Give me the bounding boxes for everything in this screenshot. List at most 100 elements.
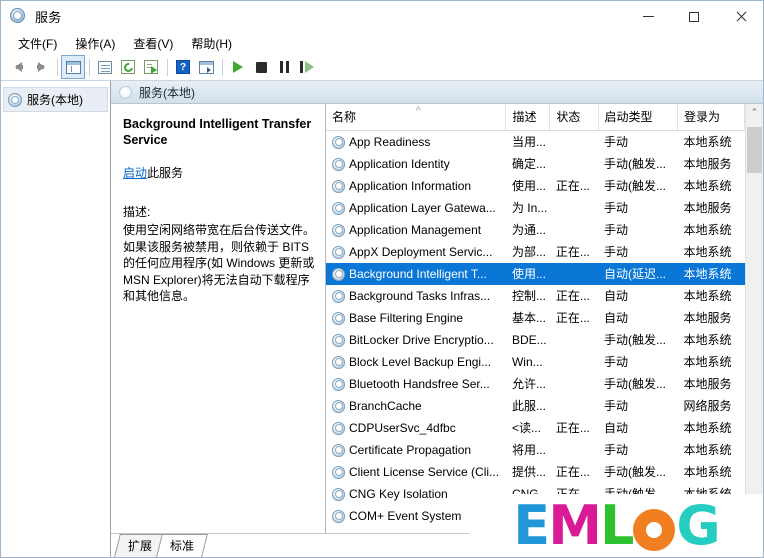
watermark-letter-o (633, 508, 676, 551)
col-description[interactable]: 描述 (505, 104, 551, 131)
cell-description: 为部... (511, 245, 546, 259)
cell-logon-as: 本地系统 (683, 355, 732, 369)
play-icon[interactable] (227, 56, 249, 78)
maximize-button[interactable] (671, 1, 717, 32)
cell-name: Client License Service (Cli... (326, 461, 506, 483)
service-gear-icon (332, 223, 345, 237)
cell-logon-as: 网络服务 (683, 399, 732, 413)
service-gear-icon (332, 245, 345, 259)
sidebar-item-services-local[interactable]: 服务(本地) (3, 87, 108, 112)
service-gear-icon (332, 443, 345, 457)
description-label: 描述: (123, 205, 151, 219)
cell-description: 控制... (511, 289, 546, 303)
restart-icon[interactable] (296, 56, 318, 78)
menu-file[interactable]: 文件(F) (9, 33, 66, 54)
table-row[interactable]: Application Layer Gatewa... 为 In... 手动 本地服务 (326, 197, 745, 219)
table-row[interactable]: BranchCache 此服... 手动 网络服务 (326, 395, 745, 417)
cell-description: Win... (511, 355, 543, 369)
pane-header-title: 服务(本地) (139, 85, 195, 100)
table-header-row: 名称 描述 状态 启动类型 登录为 (326, 104, 745, 131)
cell-description: 基本... (511, 311, 546, 325)
cell-name: Application Management (326, 219, 506, 241)
col-startup-type[interactable]: 启动类型 (598, 104, 679, 131)
table-row[interactable]: Block Level Backup Engi... Win... 手动 本地系统 (326, 351, 745, 373)
cell-startup-type: 手动 (604, 223, 629, 237)
cell-description: 此服... (511, 399, 546, 413)
detail-view-icon[interactable] (195, 56, 217, 78)
pause-icon[interactable] (273, 56, 295, 78)
services-gear-icon (119, 85, 132, 99)
table-row[interactable]: CDPUserSvc_4dfbc <读... 正在... 自动 本地系统 (326, 417, 745, 439)
services-gear-icon (8, 92, 22, 107)
cell-description: 为通... (511, 223, 546, 237)
table-row[interactable]: Bluetooth Handsfree Ser... 允许... 手动(触发... 本… (326, 373, 745, 395)
table-row[interactable]: Application Identity 确定... 手动(触发... 本地服务 (326, 153, 745, 175)
service-name-label: Background Intelligent T... (349, 267, 487, 281)
menu-help[interactable]: 帮助(H) (182, 33, 241, 54)
table-row[interactable]: Application Information 使用... 正在... 手动(触发..… (326, 175, 745, 197)
service-gear-icon (332, 311, 345, 325)
service-gear-icon (332, 355, 345, 369)
cell-status: 正在... (555, 465, 590, 479)
cell-logon-as: 本地系统 (683, 443, 732, 457)
table-row[interactable]: Base Filtering Engine 基本... 正在... 自动 本地服务 (326, 307, 745, 329)
service-name-label: Application Management (349, 223, 482, 237)
service-gear-icon (332, 465, 345, 479)
forward-arrow-icon[interactable] (30, 56, 52, 78)
watermark-letter-m: M (548, 493, 602, 557)
cell-status (550, 395, 598, 417)
cell-logon-as: 本地系统 (683, 289, 732, 303)
properties-icon[interactable] (94, 56, 116, 78)
cell-name: BranchCache (326, 395, 506, 417)
results-pane: 服务(本地) Background Intelligent Transfer S… (111, 81, 763, 557)
vertical-scrollbar[interactable]: ⌃ ⌄ (745, 104, 763, 533)
table-row[interactable]: Client License Service (Cli... 提供... 正在...… (326, 461, 745, 483)
start-service-link[interactable]: 启动 (123, 166, 147, 180)
help-icon[interactable]: ? (172, 56, 194, 78)
cell-startup-type: 手动(触发... (604, 179, 667, 193)
service-name-label: Application Information (349, 179, 472, 193)
col-status[interactable]: 状态 (549, 104, 599, 131)
menu-action[interactable]: 操作(A) (66, 33, 124, 54)
export-list-icon[interactable] (140, 56, 162, 78)
scroll-thumb[interactable] (747, 127, 762, 173)
cell-status: 正在... (555, 179, 590, 193)
service-description-text: 使用空闲网络带宽在后台传送文件。如果该服务被禁用，则依赖于 BITS 的任何应用… (123, 223, 316, 303)
minimize-button[interactable] (625, 1, 671, 32)
menu-view[interactable]: 查看(V) (124, 33, 182, 54)
tab-extended-label: 扩展 (128, 539, 153, 553)
table-row[interactable]: Certificate Propagation 将用... 手动 本地系统 (326, 439, 745, 461)
cell-startup-type: 手动 (604, 399, 629, 413)
service-gear-icon (332, 179, 345, 193)
table-row[interactable]: Background Intelligent T... 使用... 自动(延迟...… (326, 263, 745, 285)
service-name-label: Base Filtering Engine (349, 311, 464, 325)
back-arrow-icon[interactable] (7, 56, 29, 78)
service-gear-icon (332, 135, 345, 149)
refresh-icon[interactable] (117, 56, 139, 78)
service-name-label: Block Level Backup Engi... (349, 355, 492, 369)
tab-standard[interactable]: 标准 (156, 534, 208, 557)
cell-status (550, 439, 598, 461)
close-button[interactable] (717, 1, 763, 32)
cell-startup-type: 手动 (604, 245, 629, 259)
console-tree-icon[interactable] (61, 55, 85, 79)
services-window: 服务 文件(F) 操作(A) 查看(V) 帮助(H) ? 服务(本地) 服务(本… (0, 0, 764, 558)
list-main: 名称 描述 状态 启动类型 登录为 App Readiness当用...手动本地… (326, 104, 745, 533)
table-row[interactable]: App Readiness 当用... 手动 本地系统 (326, 131, 745, 154)
toolbar-separator (89, 58, 90, 76)
scroll-track[interactable] (746, 121, 763, 516)
service-gear-icon (332, 377, 345, 391)
stop-icon[interactable] (250, 56, 272, 78)
cell-name: Application Layer Gatewa... (326, 197, 506, 219)
table-row[interactable]: AppX Deployment Servic... 为部... 正在... 手动 本地系… (326, 241, 745, 263)
col-name[interactable]: 名称 (326, 104, 507, 131)
service-gear-icon (332, 399, 345, 413)
table-row[interactable]: BitLocker Drive Encryptio... BDE... 手动(触发.… (326, 329, 745, 351)
service-name-label: Bluetooth Handsfree Ser... (349, 377, 490, 391)
cell-logon-as: 本地系统 (683, 465, 732, 479)
col-logon-as[interactable]: 登录为 (677, 104, 745, 131)
scroll-up-icon[interactable]: ⌃ (746, 104, 763, 121)
table-row[interactable]: Background Tasks Infras... 控制... 正在... 自动 本地… (326, 285, 745, 307)
table-row[interactable]: Application Management 为通... 手动 本地系统 (326, 219, 745, 241)
service-detail-title: Background Intelligent Transfer Service (123, 117, 312, 147)
